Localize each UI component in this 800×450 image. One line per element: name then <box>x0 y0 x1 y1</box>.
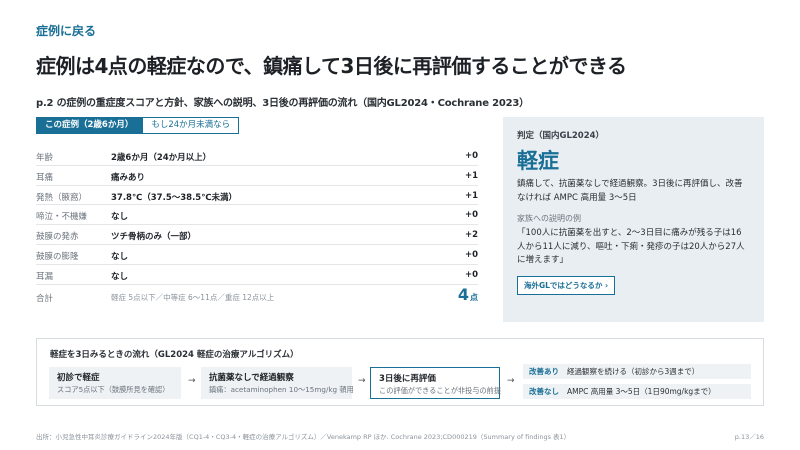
total-score: 4点 <box>458 285 478 304</box>
row-score: +0 <box>464 210 478 221</box>
case-tabs: この症例（2歳6か月） もし24か月未満なら <box>36 117 240 134</box>
table-row: 年齢 2歳6か月（24か月以上） +0 <box>36 146 478 166</box>
step-title: 初診で軽症 <box>57 373 100 383</box>
step-desc: この評価ができることが非投与の前提 <box>379 386 502 395</box>
treatment-flow: 軽症を3日みるときの流れ（GL2024 軽症の治療アルゴリズム） 初診で軽症 ス… <box>36 338 764 406</box>
row-score: +0 <box>464 249 478 260</box>
page-number: p.13／16 <box>734 433 764 441</box>
row-value: 痛みあり <box>111 172 146 183</box>
overseas-guideline-button[interactable]: 海外GLではどうなるか › <box>517 275 616 295</box>
page-title: 症例は4点の軽症なので、鎮痛して3日後に再評価することができる <box>36 54 627 78</box>
tab-under-24-months[interactable]: もし24か月未満なら <box>142 117 240 134</box>
row-label: 啼泣・不機嫌 <box>36 212 88 223</box>
table-row: 耳痛 痛みあり +1 <box>36 166 478 186</box>
table-row: 啼泣・不機嫌 なし +0 <box>36 205 478 226</box>
severity-result: 軽症 <box>517 149 559 173</box>
total-label: 合計 <box>36 293 54 304</box>
total-score-number: 4 <box>457 284 469 304</box>
row-value: ツチ骨柄のみ（一部） <box>111 232 197 243</box>
outcome-improved: 改善あり 経過観察を続ける（初診から3週まで） <box>523 364 751 379</box>
outcome-text: 経過観察を続ける（初診から3週まで） <box>567 367 700 376</box>
step-title: 3日後に再評価 <box>379 374 436 384</box>
step-title: 抗菌薬なしで経過観察 <box>209 373 294 383</box>
row-label: 鼓膜の膨隆 <box>36 251 79 262</box>
severity-score-table: 年齢 2歳6か月（24か月以上） +0 耳痛 痛みあり +1 発熱（腋窩） 37… <box>36 146 478 309</box>
row-label: 鼓膜の発赤 <box>36 232 79 243</box>
row-label: 耳痛 <box>36 172 54 183</box>
family-explanation-quote: 「100人に抗菌薬を出すと、2〜3日目に痛みが残る子は16人から11人に減り、嘔… <box>517 228 745 266</box>
row-value: 37.8℃（37.5〜38.5℃未満） <box>111 192 238 203</box>
row-score: +0 <box>464 151 478 161</box>
row-score: +1 <box>464 170 478 181</box>
table-row: 鼓膜の膨隆 なし +0 <box>36 245 478 265</box>
row-value: なし <box>111 271 129 282</box>
outcome-tag: 改善なし <box>529 387 559 396</box>
page-subtitle: p.2 の症例の重症度スコアと方針、家族への説明、3日後の再評価の流れ（国内GL… <box>36 98 529 109</box>
flow-step-initial: 初診で軽症 スコア5点以下（鼓膜所見を確認） <box>49 367 181 399</box>
flow-step-observation: 抗菌薬なしで経過観察 鎮痛：acetaminophen 10〜15mg/kg 頓… <box>201 367 354 399</box>
outcome-tag: 改善あり <box>529 367 559 376</box>
flow-title: 軽症を3日みるときの流れ（GL2024 軽症の治療アルゴリズム） <box>50 350 299 360</box>
row-label: 耳漏 <box>36 271 54 282</box>
row-label: 発熱（腋窩） <box>36 192 88 203</box>
judgment-panel: 判定（国内GL2024） 軽症 鎮痛して、抗菌薬なしで経過観察。3日後に再評価し… <box>503 117 764 322</box>
row-score: +2 <box>464 230 478 241</box>
arrow-right-icon: → <box>188 376 196 386</box>
row-score: +1 <box>464 190 478 201</box>
family-explanation-label: 家族への説明の例 <box>517 214 581 224</box>
arrow-right-icon: → <box>507 376 515 386</box>
row-value: なし <box>111 212 129 223</box>
total-score-unit: 点 <box>470 292 478 302</box>
total-row: 合計 軽症 5点以下／中等症 6〜11点／重症 12点以上 4点 <box>36 285 478 309</box>
flow-step-reevaluation: 3日後に再評価 この評価ができることが非投与の前提 <box>370 367 502 399</box>
step-desc: スコア5点以下（鼓膜所見を確認） <box>57 385 170 394</box>
arrow-right-icon: → <box>358 376 366 386</box>
step-desc: 鎮痛：acetaminophen 10〜15mg/kg 頓用 <box>209 385 354 394</box>
tab-this-case[interactable]: この症例（2歳6か月） <box>36 117 143 134</box>
row-label: 年齢 <box>36 153 54 163</box>
row-score: +0 <box>464 269 478 280</box>
outcome-not-improved: 改善なし AMPC 高用量 3〜5日（1日90mg/kgまで） <box>523 384 751 399</box>
management-description: 鎮痛して、抗菌薬なしで経過観察。3日後に再評価し、改善なければ AMPC 高用量… <box>517 179 743 203</box>
table-row: 発熱（腋窩） 37.8℃（37.5〜38.5℃未満） +1 <box>36 186 478 206</box>
severity-criteria: 軽症 5点以下／中等症 6〜11点／重症 12点以上 <box>111 292 275 302</box>
outcome-text: AMPC 高用量 3〜5日（1日90mg/kgまで） <box>567 387 716 396</box>
row-value: なし <box>111 251 129 262</box>
source-citation: 出所：小児急性中耳炎診療ガイドライン2024年版（CQ1-4・CQ3-4・軽症の… <box>36 433 571 441</box>
judgment-label: 判定（国内GL2024） <box>517 131 605 141</box>
table-row: 鼓膜の発赤 ツチ骨柄のみ（一部） +2 <box>36 225 478 245</box>
row-value: 2歳6か月（24か月以上） <box>111 153 212 163</box>
back-to-case-link[interactable]: 症例に戻る <box>36 22 96 39</box>
table-row: 耳漏 なし +0 <box>36 265 478 285</box>
